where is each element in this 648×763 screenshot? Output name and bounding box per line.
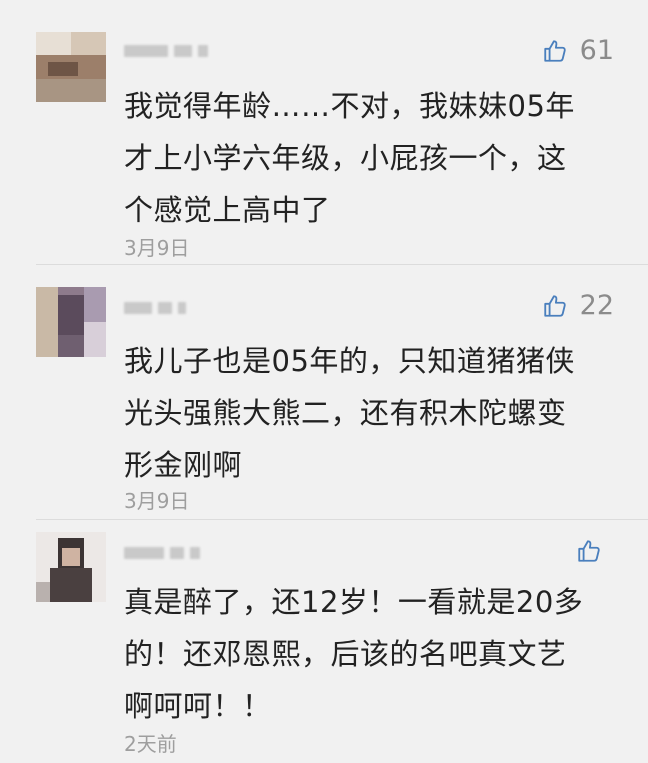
like-button[interactable]: 61 <box>542 36 614 66</box>
comment-line: 真是醉了，还12岁！一看就是20多 <box>124 585 584 619</box>
username-blurred[interactable] <box>124 297 186 319</box>
like-count: 22 <box>579 290 614 321</box>
comment-line: 个感觉上高中了 <box>124 193 331 227</box>
comment-item: 22 我儿子也是05年的，只知道猪猪侠 光头强熊大熊二，还有积木陀螺变 形金刚啊… <box>0 265 648 520</box>
comment-line: 啊呵呵！！ <box>124 689 272 723</box>
username-blurred[interactable] <box>124 40 208 62</box>
comment-line: 的！还邓恩熙，后该的名吧真文艺 <box>124 637 567 671</box>
comment-line: 我儿子也是05年的，只知道猪猪侠 <box>124 344 575 378</box>
comment-text: 我儿子也是05年的，只知道猪猪侠 光头强熊大熊二，还有积木陀螺变 形金刚啊 <box>124 335 624 491</box>
like-button[interactable] <box>576 538 614 564</box>
avatar[interactable] <box>36 532 106 602</box>
thumbs-up-icon <box>576 538 602 564</box>
comment-item: 61 我觉得年龄……不对，我妹妹05年 才上小学六年级，小屁孩一个，这 个感觉上… <box>0 0 648 265</box>
comment-list: 61 我觉得年龄……不对，我妹妹05年 才上小学六年级，小屁孩一个，这 个感觉上… <box>0 0 648 763</box>
comment-line: 光头强熊大熊二，还有积木陀螺变 <box>124 396 567 430</box>
thumbs-up-icon <box>542 293 568 319</box>
comment-item: 真是醉了，还12岁！一看就是20多 的！还邓恩熙，后该的名吧真文艺 啊呵呵！！ … <box>0 520 648 763</box>
avatar[interactable] <box>36 32 106 102</box>
avatar[interactable] <box>36 287 106 357</box>
comment-text: 我觉得年龄……不对，我妹妹05年 才上小学六年级，小屁孩一个，这 个感觉上高中了 <box>124 80 624 236</box>
comment-line: 形金刚啊 <box>124 448 243 482</box>
like-count: 61 <box>579 35 614 66</box>
comment-text: 真是醉了，还12岁！一看就是20多 的！还邓恩熙，后该的名吧真文艺 啊呵呵！！ <box>124 576 624 732</box>
thumbs-up-icon <box>542 38 568 64</box>
comment-date: 2天前 <box>124 732 177 756</box>
username-blurred[interactable] <box>124 542 200 564</box>
comment-date: 3月9日 <box>124 489 190 513</box>
like-button[interactable]: 22 <box>542 291 614 321</box>
comment-date: 3月9日 <box>124 236 190 260</box>
comment-line: 才上小学六年级，小屁孩一个，这 <box>124 141 567 175</box>
comment-line: 我觉得年龄……不对，我妹妹05年 <box>124 89 575 123</box>
